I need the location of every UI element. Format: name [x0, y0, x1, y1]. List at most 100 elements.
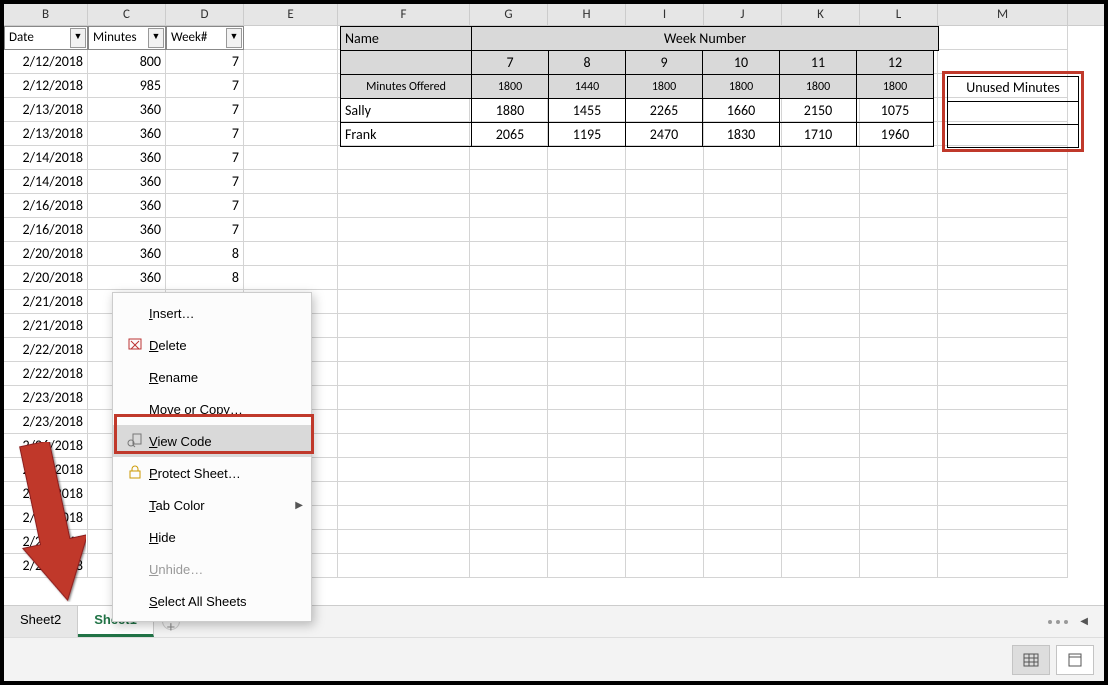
cell[interactable]: [782, 314, 860, 338]
week-cell[interactable]: 7: [166, 170, 244, 194]
cell[interactable]: [548, 194, 626, 218]
cell[interactable]: [704, 482, 782, 506]
date-cell[interactable]: 2/22/2018: [4, 338, 88, 362]
cell[interactable]: [860, 482, 938, 506]
cell[interactable]: [860, 362, 938, 386]
cell[interactable]: [860, 146, 938, 170]
date-cell[interactable]: 2/20/2018: [4, 242, 88, 266]
cell[interactable]: [860, 530, 938, 554]
cell[interactable]: [470, 290, 548, 314]
column-headers[interactable]: B C D E F G H I J K L M: [4, 4, 1104, 26]
cell[interactable]: [704, 266, 782, 290]
cell[interactable]: [338, 506, 470, 530]
cell[interactable]: [938, 338, 1068, 362]
cell[interactable]: [470, 314, 548, 338]
cell[interactable]: [626, 482, 704, 506]
week-cell[interactable]: 8: [166, 266, 244, 290]
cell[interactable]: [548, 458, 626, 482]
cell[interactable]: [244, 266, 338, 290]
cell[interactable]: [470, 458, 548, 482]
cell[interactable]: [470, 386, 548, 410]
view-normal-button[interactable]: [1012, 645, 1050, 675]
chevron-left-icon[interactable]: ◀: [1072, 616, 1088, 627]
cell[interactable]: [860, 434, 938, 458]
cell[interactable]: [626, 362, 704, 386]
cell[interactable]: [860, 290, 938, 314]
cell[interactable]: [860, 266, 938, 290]
cell[interactable]: [782, 386, 860, 410]
cell[interactable]: [548, 218, 626, 242]
cell[interactable]: [338, 458, 470, 482]
date-cell[interactable]: 2/16/2018: [4, 194, 88, 218]
cell[interactable]: [860, 410, 938, 434]
cell[interactable]: [470, 362, 548, 386]
unused-minutes-cell[interactable]: [947, 124, 1079, 148]
week-cell[interactable]: 7: [166, 74, 244, 98]
cell[interactable]: [626, 530, 704, 554]
cell[interactable]: [548, 386, 626, 410]
cell[interactable]: [548, 410, 626, 434]
cell[interactable]: [470, 146, 548, 170]
cell[interactable]: [338, 554, 470, 578]
date-cell[interactable]: 2/13/2018: [4, 98, 88, 122]
col-header-K[interactable]: K: [782, 4, 860, 25]
minutes-cell[interactable]: 360: [88, 98, 166, 122]
cell[interactable]: [860, 506, 938, 530]
week-cell[interactable]: 7: [166, 218, 244, 242]
cell[interactable]: [938, 242, 1068, 266]
filter-date[interactable]: Date ▼: [4, 26, 88, 50]
cell[interactable]: [704, 218, 782, 242]
cell[interactable]: [548, 266, 626, 290]
cell[interactable]: [704, 242, 782, 266]
col-header-J[interactable]: J: [704, 4, 782, 25]
cell[interactable]: [626, 314, 704, 338]
cell[interactable]: [338, 314, 470, 338]
week-cell[interactable]: 7: [166, 146, 244, 170]
cell[interactable]: [338, 146, 470, 170]
col-header-H[interactable]: H: [548, 4, 626, 25]
menu-move-copy[interactable]: Move or Copy…: [113, 393, 311, 425]
menu-protect-sheet[interactable]: Protect Sheet…: [113, 457, 311, 489]
cell[interactable]: [782, 170, 860, 194]
date-cell[interactable]: 2/23/2018: [4, 410, 88, 434]
dropdown-icon[interactable]: ▼: [70, 28, 86, 48]
date-cell[interactable]: 2/23/2018: [4, 386, 88, 410]
cell[interactable]: [548, 146, 626, 170]
cell[interactable]: [704, 434, 782, 458]
col-header-E[interactable]: E: [244, 4, 338, 25]
cell[interactable]: [938, 434, 1068, 458]
cell[interactable]: [860, 554, 938, 578]
cell[interactable]: [860, 194, 938, 218]
cell[interactable]: [938, 530, 1068, 554]
tab-sheet2[interactable]: Sheet2: [4, 606, 78, 637]
cell[interactable]: [704, 194, 782, 218]
dropdown-icon[interactable]: ▼: [148, 28, 164, 48]
cell[interactable]: [626, 218, 704, 242]
cell[interactable]: [548, 362, 626, 386]
col-header-B[interactable]: B: [4, 4, 88, 25]
filter-minutes[interactable]: Minutes ▼: [88, 26, 166, 50]
cell[interactable]: [470, 266, 548, 290]
cell[interactable]: [338, 338, 470, 362]
cell[interactable]: [704, 290, 782, 314]
cell[interactable]: [938, 218, 1068, 242]
cell[interactable]: [860, 386, 938, 410]
cell[interactable]: [938, 194, 1068, 218]
cell[interactable]: [626, 506, 704, 530]
cell[interactable]: [470, 338, 548, 362]
cell[interactable]: [704, 410, 782, 434]
week-cell[interactable]: 7: [166, 194, 244, 218]
cell[interactable]: [626, 434, 704, 458]
week-cell[interactable]: 7: [166, 98, 244, 122]
date-cell[interactable]: 2/12/2018: [4, 74, 88, 98]
cell[interactable]: [938, 170, 1068, 194]
date-cell[interactable]: 2/13/2018: [4, 122, 88, 146]
cell[interactable]: [244, 26, 338, 50]
cell[interactable]: [470, 194, 548, 218]
cell[interactable]: [704, 146, 782, 170]
cell[interactable]: [626, 266, 704, 290]
date-cell[interactable]: 2/21/2018: [4, 290, 88, 314]
date-cell[interactable]: 2/12/2018: [4, 50, 88, 74]
cell[interactable]: [626, 170, 704, 194]
cell[interactable]: [860, 458, 938, 482]
